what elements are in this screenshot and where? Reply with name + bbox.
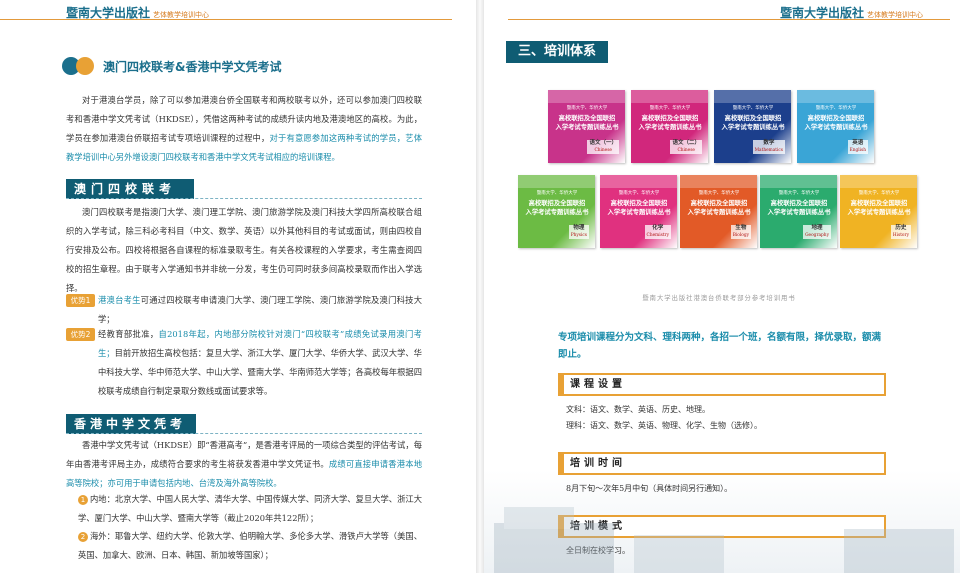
book-subject: 语文（二） Chinese <box>670 140 702 154</box>
book-subject: 语文（一） Chinese <box>587 140 619 154</box>
book-stripe <box>760 175 837 188</box>
book-publisher-line: 暨南大学、华侨大学 <box>698 191 740 196</box>
right-header: 暨南大学出版社 艺体教学培训中心 <box>780 4 923 21</box>
book-stripe <box>631 90 708 103</box>
book-title: 高校联招及全国联招 入学考试专题训练丛书 <box>638 115 702 131</box>
page-title: 澳门四校联考&香港中学文凭考试 <box>103 60 282 74</box>
advantage1-badge: 优势1 <box>66 294 95 307</box>
book-subject: 英语 English <box>847 140 868 154</box>
advantage2-after: 目前开放招生高校包括：复旦大学、浙江大学、厦门大学、华侨大学、武汉大学、华中科技… <box>98 348 422 396</box>
book-stripe <box>797 90 874 103</box>
hk-body: 香港中学文凭考试（HKDSE）即“香港高考”，是香港考评局的一项综合类型的评估考… <box>66 436 422 493</box>
course-line-2: 理科：语文、数学、英语、物理、化学、生物（选修）。 <box>566 421 762 430</box>
macau-heading: 澳门四校联考 <box>66 179 194 199</box>
macau-heading-rule <box>66 198 422 200</box>
book-subject: 地理 Geography <box>803 225 831 239</box>
book-title: 高校联招及全国联招 入学考试专题训练丛书 <box>804 115 868 131</box>
hk-heading: 香港中学文凭考试 <box>66 414 196 451</box>
advantage2-badge: 优势2 <box>66 328 95 341</box>
book-title: 高校联招及全国联招 入学考试专题训练丛书 <box>721 115 785 131</box>
book-publisher-line: 暨南大学、华侨大学 <box>566 106 608 111</box>
course-line-1: 文科：语文、数学、英语、历史、地理。 <box>566 405 710 414</box>
hk-item-2: 2 海外：耶鲁大学、纽约大学、伦敦大学、伯明翰大学、多伦多大学、滑铁卢大学等（美国… <box>78 527 422 565</box>
book-cover-chemistry: 暨南大学、华侨大学高校联招及全国联招 入学考试专题训练丛书化学 Chemistry <box>600 175 677 248</box>
left-page: 暨南大学出版社 艺体教学培训中心 澳门四校联考&香港中学文凭考试 对于港澳台学员，… <box>0 0 476 573</box>
advantage1-rest: 可通过四校联考申请澳门大学、澳门理工学院、澳门旅游学院及澳门科技大学； <box>98 295 422 324</box>
book-cover-chinese: 暨南大学、华侨大学高校联招及全国联招 入学考试专题训练丛书语文（一） Chinese <box>548 90 625 163</box>
book-publisher-line: 暨南大学、华侨大学 <box>536 191 578 196</box>
book-cover-chinese: 暨南大学、华侨大学高校联招及全国联招 入学考试专题训练丛书语文（二） Chinese <box>631 90 708 163</box>
number-2-icon: 2 <box>78 532 88 542</box>
book-subject: 化学 Chemistry <box>644 225 671 239</box>
book-publisher-line: 暨南大学、华侨大学 <box>732 106 774 111</box>
book-subject: 生物 Biology <box>730 225 751 239</box>
intro-paragraph: 对于港澳台学员，除了可以参加港澳台侨全国联考和两校联考以外，还可以参加澳门四校联… <box>66 91 422 167</box>
book-title: 高校联招及全国联招 入学考试专题训练丛书 <box>847 200 911 216</box>
header-sub: 艺体教学培训中心 <box>867 11 924 19</box>
advantage1-highlight: 港澳台考生 <box>98 295 141 305</box>
course-heading: 课程设置 <box>558 373 886 396</box>
book-cover-geography: 暨南大学、华侨大学高校联招及全国联招 入学考试专题训练丛书地理 Geography <box>760 175 837 248</box>
book-stripe <box>548 90 625 103</box>
book-spine <box>476 0 484 573</box>
book-title: 高校联招及全国联招 入学考试专题训练丛书 <box>767 200 831 216</box>
book-cover-english: 暨南大学、华侨大学高校联招及全国联招 入学考试专题训练丛书英语 English <box>797 90 874 163</box>
training-intro: 专项培训课程分为文科、理科两种，各招一个班，名额有限，择优录取，额满即止。 <box>558 332 882 360</box>
book-cover-history: 暨南大学、华侨大学高校联招及全国联招 入学考试专题训练丛书历史 History <box>840 175 917 248</box>
book-stripe <box>518 175 595 188</box>
advantage1-text: 港澳台考生可通过四校联考申请澳门大学、澳门理工学院、澳门旅游学院及澳门科技大学； <box>98 291 422 329</box>
hk-item-2-text: 海外：耶鲁大学、纽约大学、伦敦大学、伯明翰大学、多伦多大学、滑铁卢大学等（美国、… <box>78 531 422 560</box>
time-heading: 培训时间 <box>558 452 886 475</box>
hk-item-1: 1 内地：北京大学、中国人民大学、清华大学、中国传媒大学、同济大学、复旦大学、浙江… <box>78 490 422 528</box>
number-1-icon: 1 <box>78 495 88 505</box>
book-title: 高校联招及全国联招 入学考试专题训练丛书 <box>687 200 751 216</box>
book-stripe <box>840 175 917 188</box>
book-title: 高校联招及全国联招 入学考试专题训练丛书 <box>555 115 619 131</box>
macau-body: 澳门四校联考是指澳门大学、澳门理工学院、澳门旅游学院及澳门科技大学四所高校联合组… <box>66 207 422 293</box>
header-sub: 艺体教学培训中心 <box>153 11 210 19</box>
book-subject: 历史 History <box>890 225 911 239</box>
book-publisher-line: 暨南大学、华侨大学 <box>649 106 691 111</box>
book-publisher-line: 暨南大学、华侨大学 <box>778 191 820 196</box>
book-publisher-line: 暨南大学、华侨大学 <box>618 191 660 196</box>
book-subject: 数学 Mathematics <box>752 140 785 154</box>
book-title: 高校联招及全国联招 入学考试专题训练丛书 <box>607 200 671 216</box>
book-stripe <box>680 175 757 188</box>
book-publisher-line: 暨南大学、华侨大学 <box>858 191 900 196</box>
book-stripe <box>714 90 791 103</box>
advantage2-text: 经教育部批准，自2018年起，内地部分院校针对澳门“四校联考”成绩免试录用澳门考… <box>98 325 422 401</box>
book-subject: 物理 Physics <box>568 225 589 239</box>
header-brand: 暨南大学出版社 <box>66 6 151 20</box>
right-page: 暨南大学出版社 艺体教学培训中心 三、培训体系 暨南大学、华侨大学高校联招及全国联… <box>484 0 960 573</box>
book-cover-physics: 暨南大学、华侨大学高校联招及全国联招 入学考试专题训练丛书物理 Physics <box>518 175 595 248</box>
book-cover-biology: 暨南大学、华侨大学高校联招及全国联招 入学考试专题训练丛书生物 Biology <box>680 175 757 248</box>
header-brand: 暨南大学出版社 <box>780 6 865 20</box>
hk-item-1-text: 内地：北京大学、中国人民大学、清华大学、中国传媒大学、同济大学、复旦大学、浙江大… <box>78 494 422 523</box>
book-publisher-line: 暨南大学、华侨大学 <box>815 106 857 111</box>
hk-heading-rule <box>66 433 422 435</box>
advantage2-before: 经教育部批准， <box>98 329 159 339</box>
book-stripe <box>600 175 677 188</box>
title-dots-icon <box>62 57 98 75</box>
section-title: 三、培训体系 <box>506 41 608 63</box>
header-rule <box>0 19 452 20</box>
book-cover-mathematics: 暨南大学、华侨大学高校联招及全国联招 入学考试专题训练丛书数学 Mathematic… <box>714 90 791 163</box>
books-caption: 暨南大学出版社港澳台侨联考部分参考培训用书 <box>642 295 796 302</box>
campus-building-illustration <box>494 507 954 573</box>
book-title: 高校联招及全国联招 入学考试专题训练丛书 <box>525 200 589 216</box>
